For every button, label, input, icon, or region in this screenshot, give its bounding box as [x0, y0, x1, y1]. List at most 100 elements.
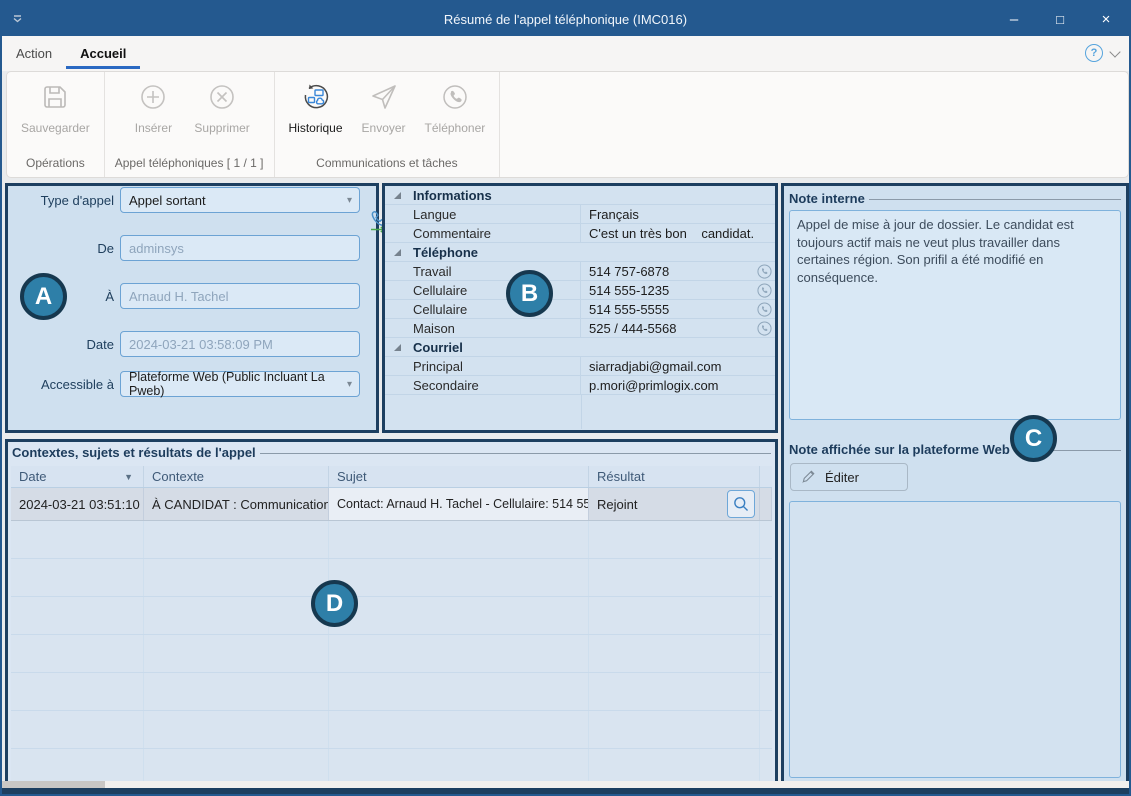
cell-date: 2024-03-21 03:51:10 ... [11, 488, 144, 520]
telephone-label: Téléphoner [425, 121, 486, 135]
internal-note-title: Note interne [789, 191, 865, 206]
tab-action[interactable]: Action [2, 38, 66, 69]
send-button[interactable]: Envoyer [353, 78, 415, 139]
insert-label: Insérer [135, 121, 172, 135]
call-results-table: Date ▼ Contexte Sujet Résultat 2024- [11, 466, 772, 781]
grid-section-header[interactable]: Informations [385, 186, 775, 205]
delete-label: Supprimer [194, 121, 249, 135]
column-header-contexte[interactable]: Contexte [144, 466, 329, 487]
search-result-button[interactable] [727, 490, 755, 518]
edit-button-label: Éditer [825, 470, 859, 485]
grid-row[interactable]: Commentaire C'est un très bon candidat. [385, 224, 775, 243]
titlebar: Résumé de l'appel téléphonique (IMC016) … [2, 2, 1129, 36]
from-field[interactable]: adminsys [120, 235, 360, 261]
window-controls: – □ × [991, 2, 1129, 36]
call-type-value: Appel sortant [129, 193, 206, 208]
window-title: Résumé de l'appel téléphonique (IMC016) [2, 12, 1129, 27]
phone-icon[interactable] [753, 283, 775, 298]
delete-button[interactable]: Supprimer [188, 78, 255, 139]
history-button[interactable]: Historique [283, 78, 349, 139]
send-icon [369, 82, 399, 117]
status-bar-segment [2, 781, 105, 788]
dropdown-arrow-icon: ▾ [347, 195, 352, 206]
access-dropdown[interactable]: Plateforme Web (Public Incluant La Pweb)… [120, 371, 360, 397]
empty-row [11, 597, 772, 635]
grid-row[interactable]: Maison 525 / 444-5568 [385, 319, 775, 338]
call-results-title: Contextes, sujets et résultats de l'appe… [12, 445, 256, 460]
grid-row[interactable]: Principal siarradjabi@gmail.com [385, 357, 775, 376]
grid-section-header[interactable]: Téléphone [385, 243, 775, 262]
ribbon-group-comms: Historique Envoyer Téléphoner [275, 72, 501, 177]
grid-row[interactable]: Travail 514 757-6878 [385, 262, 775, 281]
to-value: Arnaud H. Tachel [129, 289, 229, 304]
maximize-button[interactable]: □ [1037, 2, 1083, 36]
help-icon[interactable]: ? [1085, 44, 1103, 62]
ribbon: Sauvegarder Opérations Insérer [6, 71, 1129, 178]
save-icon [40, 82, 70, 117]
table-row[interactable]: 2024-03-21 03:51:10 ... À CANDIDAT : Com… [11, 488, 772, 521]
from-value: adminsys [129, 241, 184, 256]
insert-icon [138, 82, 168, 117]
date-label: Date [87, 337, 114, 352]
status-bar [2, 781, 1129, 788]
collapse-ribbon-icon[interactable] [1109, 46, 1120, 57]
phone-icon[interactable] [753, 264, 775, 279]
minimize-button[interactable]: – [991, 2, 1037, 36]
internal-note-textarea[interactable]: Appel de mise à jour de dossier. Le cand… [789, 210, 1121, 420]
empty-row [11, 521, 772, 559]
collapse-triangle-icon [394, 192, 401, 199]
web-note-textarea[interactable] [789, 501, 1121, 778]
empty-row [11, 559, 772, 597]
history-label: Historique [289, 121, 343, 135]
edit-web-note-button[interactable]: Éditer [790, 463, 908, 491]
date-field[interactable]: 2024-03-21 03:58:09 PM [120, 331, 360, 357]
column-header-extra [760, 466, 772, 487]
date-value: 2024-03-21 03:58:09 PM [129, 337, 273, 352]
column-header-sujet[interactable]: Sujet [329, 466, 589, 487]
column-header-date[interactable]: Date ▼ [11, 466, 144, 487]
telephone-button[interactable]: Téléphoner [419, 78, 492, 139]
notes-panel: Note interne Appel de mise à jour de dos… [781, 183, 1129, 787]
empty-row [11, 711, 772, 749]
grid-row[interactable]: Cellulaire 514 555-1235 [385, 281, 775, 300]
grid-row[interactable]: Langue Français [385, 205, 775, 224]
contact-grid-panel: Informations Langue Français Commentaire… [382, 183, 778, 433]
call-type-dropdown[interactable]: Appel sortant ▾ [120, 187, 360, 213]
close-button[interactable]: × [1083, 2, 1129, 36]
sort-desc-icon: ▼ [124, 472, 133, 482]
to-field[interactable]: Arnaud H. Tachel [120, 283, 360, 309]
web-note-title: Note affichée sur la plateforme Web [789, 442, 1010, 457]
type-label: Type d'appel [41, 193, 114, 208]
ribbon-group-operations: Sauvegarder Opérations [7, 72, 105, 177]
access-value: Plateforme Web (Public Incluant La Pweb) [129, 370, 351, 398]
phone-icon[interactable] [753, 321, 775, 336]
empty-row [11, 635, 772, 673]
grid-empty-area [385, 395, 775, 429]
collapse-triangle-icon [394, 249, 401, 256]
grid-row[interactable]: Secondaire p.mori@primlogix.com [385, 376, 775, 395]
dropdown-arrow-icon: ▾ [347, 379, 352, 390]
save-button[interactable]: Sauvegarder [15, 78, 96, 139]
cell-contexte: À CANDIDAT : Communication ... [144, 488, 329, 520]
grid-section-header[interactable]: Courriel [385, 338, 775, 357]
workspace: Type d'appel Appel sortant ▾ De adminsys [2, 178, 1129, 794]
group-label-operations: Opérations [24, 152, 87, 175]
telephone-icon [440, 82, 470, 117]
pencil-icon [801, 468, 817, 487]
app-window: Résumé de l'appel téléphonique (IMC016) … [0, 0, 1131, 796]
empty-row [11, 673, 772, 711]
cell-sujet: Contact: Arnaud H. Tachel - Cellulaire: … [329, 488, 589, 520]
delete-icon [207, 82, 237, 117]
save-label: Sauvegarder [21, 121, 90, 135]
from-label: De [97, 241, 114, 256]
group-label-appels: Appel téléphoniques [ 1 / 1 ] [113, 152, 266, 175]
tab-accueil[interactable]: Accueil [66, 38, 140, 69]
access-label: Accessible à [41, 377, 114, 392]
annotation-badge-c: C [1010, 415, 1057, 462]
send-label: Envoyer [362, 121, 406, 135]
insert-button[interactable]: Insérer [122, 78, 184, 139]
phone-icon[interactable] [753, 302, 775, 317]
ribbon-tabs: Action Accueil ? [2, 36, 1129, 71]
grid-row[interactable]: Cellulaire 514 555-5555 [385, 300, 775, 319]
column-header-resultat[interactable]: Résultat [589, 466, 760, 487]
